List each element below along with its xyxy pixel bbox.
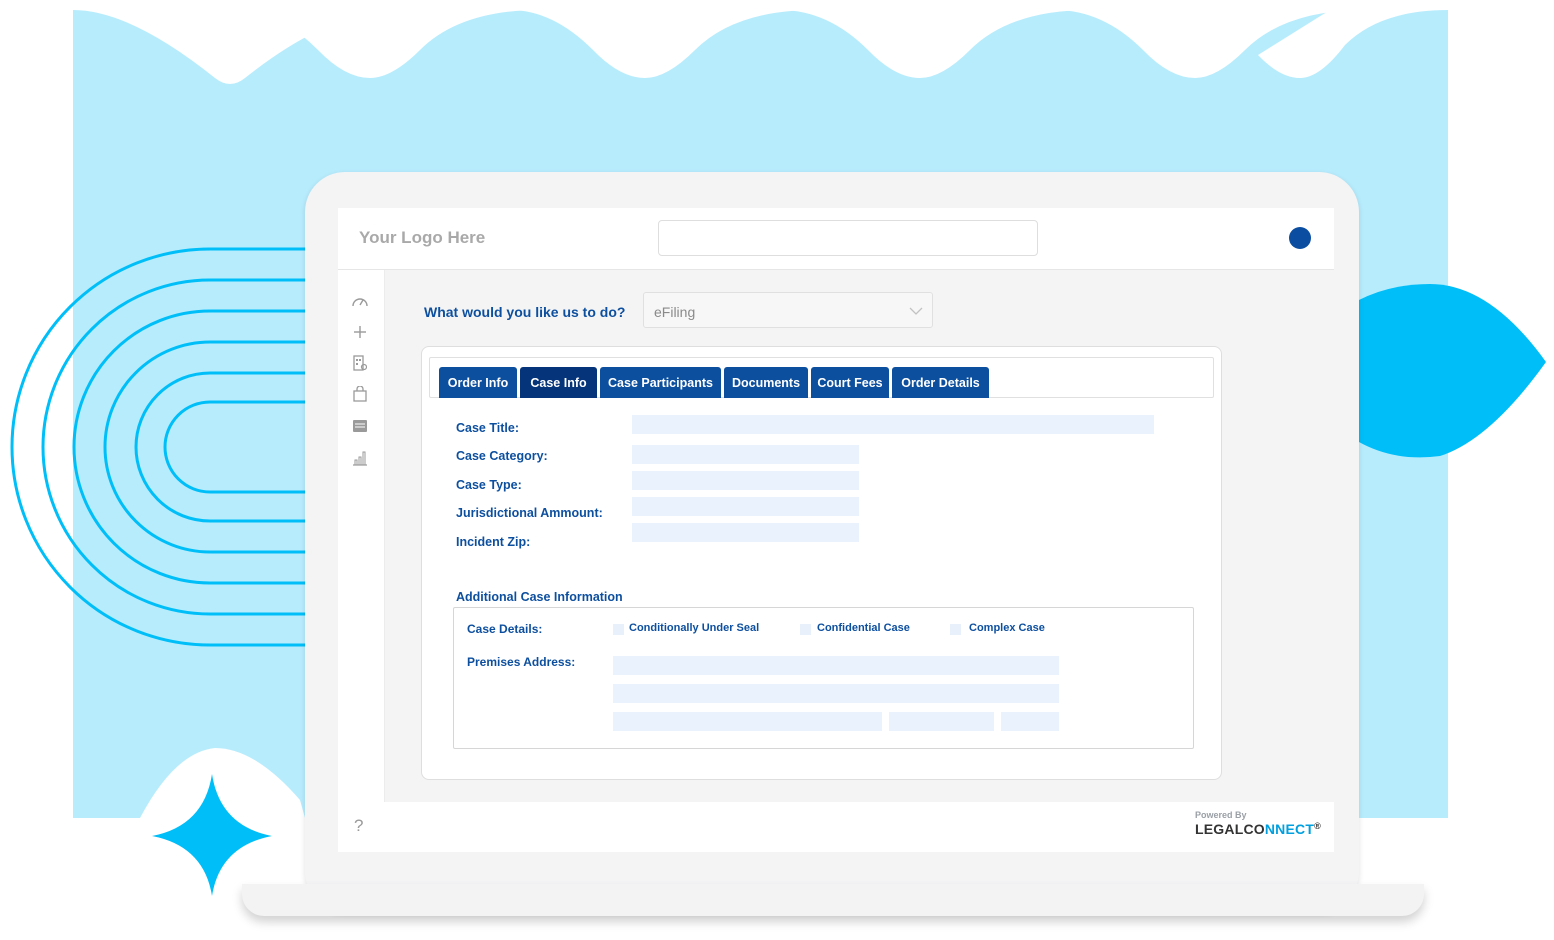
checkbox-under-seal-label: Conditionally Under Seal [629, 622, 760, 634]
action-select-value: eFiling [654, 304, 696, 320]
case-title-label: Case Title: [456, 421, 519, 435]
avatar[interactable] [1289, 227, 1311, 249]
premises-city-input[interactable] [613, 712, 882, 731]
premises-zip-input[interactable] [1001, 712, 1059, 731]
case-type-label: Case Type: [456, 478, 522, 492]
tab-case-participants[interactable]: Case Participants [600, 367, 721, 398]
tab-documents[interactable]: Documents [724, 367, 808, 398]
brand-part1: LEGALCO [1195, 821, 1265, 837]
incident-zip-input[interactable] [632, 523, 859, 542]
tab-order-details[interactable]: Order Details [892, 367, 989, 398]
premises-address-line1[interactable] [613, 656, 1059, 675]
premises-address-label: Premises Address: [467, 655, 576, 669]
case-details-label: Case Details: [467, 622, 543, 636]
laptop-base [242, 884, 1424, 916]
jurisdictional-amount-input[interactable] [632, 497, 859, 516]
form-card: Order Info Case Info Case Participants D… [421, 346, 1222, 780]
additional-info-box: Case Details: Conditionally Under Seal C… [453, 607, 1194, 749]
brand-mark: ® [1314, 821, 1321, 831]
case-category-select[interactable] [632, 445, 859, 464]
checkbox-confidential[interactable] [800, 624, 811, 635]
plus-icon[interactable] [351, 323, 369, 341]
tab-case-info[interactable]: Case Info [520, 367, 597, 398]
footer: ? Powered By LEGALCONNECT® [338, 802, 1334, 852]
powered-by-label: Powered By [1195, 810, 1247, 820]
tab-order-info[interactable]: Order Info [439, 367, 517, 398]
action-question-label: What would you like us to do? [424, 304, 626, 320]
search-input[interactable] [658, 220, 1038, 256]
speedometer-icon[interactable] [351, 292, 369, 310]
bar-chart-icon[interactable] [351, 449, 369, 467]
case-category-label: Case Category: [456, 449, 548, 463]
chevron-down-icon [909, 307, 923, 315]
checkbox-complex[interactable] [950, 624, 961, 635]
top-bar: Your Logo Here [338, 208, 1334, 270]
additional-info-heading: Additional Case Information [456, 590, 623, 604]
checkbox-complex-label: Complex Case [969, 622, 1045, 634]
brand-part2: NNECT [1264, 821, 1315, 837]
case-type-select[interactable] [632, 471, 859, 490]
incident-zip-label: Incident Zip: [456, 535, 531, 549]
tab-bar: Order Info Case Info Case Participants D… [429, 357, 1214, 398]
help-icon[interactable]: ? [354, 816, 363, 836]
jurisdictional-amount-label: Jurisdictional Ammount: [456, 506, 603, 520]
legalconnect-logo: LEGALCONNECT® [1195, 821, 1321, 837]
premises-state-input[interactable] [889, 712, 994, 731]
sidebar [338, 270, 385, 802]
tab-court-fees[interactable]: Court Fees [811, 367, 889, 398]
shopping-bag-icon[interactable] [351, 385, 369, 403]
main-content: What would you like us to do? eFiling Or… [385, 270, 1334, 802]
drop-shape [1359, 284, 1546, 458]
app-screen: Your Logo Here What would you like us to… [338, 208, 1334, 852]
building-icon[interactable] [351, 354, 369, 372]
list-icon[interactable] [351, 417, 369, 435]
action-select[interactable]: eFiling [643, 292, 933, 328]
case-title-input[interactable] [632, 415, 1154, 434]
checkbox-confidential-label: Confidential Case [817, 622, 910, 634]
logo-placeholder: Your Logo Here [359, 228, 486, 247]
checkbox-under-seal[interactable] [613, 624, 624, 635]
premises-address-line2[interactable] [613, 684, 1059, 703]
